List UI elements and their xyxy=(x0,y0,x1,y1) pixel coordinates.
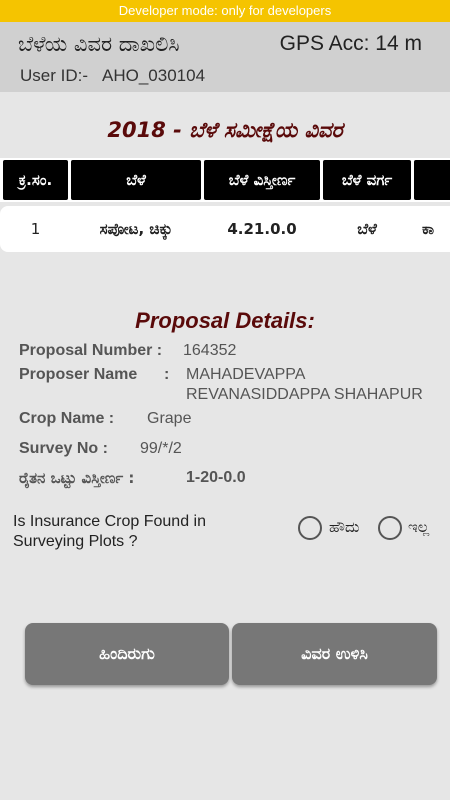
column-header-crop: ಬೆಳೆ xyxy=(71,160,201,200)
crop-survey-table[interactable]: ಕ್ರ.ಸಂ. ಬೆಳೆ ಬೆಳೆ ವಿಸ್ತೀರ್ಣ ಬೆಳೆ ವರ್ಗ 1 … xyxy=(0,158,450,254)
user-id-value: AHO_030104 xyxy=(102,66,206,85)
insurance-crop-question: Is Insurance Crop Found in Surveying Plo… xyxy=(13,513,206,550)
column-header-crop-category: ಬೆಳೆ ವರ್ಗ xyxy=(323,160,411,200)
back-button[interactable]: ಹಿಂದಿರುಗು xyxy=(25,623,229,685)
radio-yes-label[interactable]: ಹೌದು xyxy=(329,518,359,536)
column-header-crop-area: ಬೆಳೆ ವಿಸ್ತೀರ್ಣ xyxy=(204,160,320,200)
total-area-value: 1-20-0.0 xyxy=(186,469,246,486)
user-id-row: User ID:- AHO_030104 xyxy=(20,66,205,86)
proposer-name-line2: REVANASIDDAPPA SHAHAPUR xyxy=(186,386,423,403)
radio-no[interactable] xyxy=(378,516,402,540)
proposer-name-colon: : xyxy=(164,366,170,383)
app-header: ಬೆಳೆಯ ವಿವರ ದಾಖಲಿಸಿ GPS Acc: 14 m User ID… xyxy=(0,22,450,92)
cell-crop: ಸಪೋಟ, ಚಿಕ್ಕು xyxy=(99,220,173,238)
page-title: ಬೆಳೆಯ ವಿವರ ದಾಖಲಿಸಿ xyxy=(18,32,180,56)
proposer-name-line1: MAHADEVAPPA xyxy=(186,366,306,383)
table-header: ಕ್ರ.ಸಂ. ಬೆಳೆ ಬೆಳೆ ವಿಸ್ತೀರ್ಣ ಬೆಳೆ ವರ್ಗ xyxy=(0,158,450,202)
cell-crop-area: 4.21.0.0 xyxy=(227,220,297,238)
user-id-label: User ID:- xyxy=(20,66,88,85)
proposer-name-label: Proposer Name xyxy=(19,366,138,383)
total-area-label: ರೈತನ ಒಟ್ಟು ವಿಸ್ತೀರ್ಣ : xyxy=(19,469,135,487)
gps-accuracy: GPS Acc: 14 m xyxy=(279,32,422,55)
crop-name-label: Crop Name : xyxy=(19,410,115,427)
cell-extra: ಕಾ xyxy=(422,220,435,238)
proposal-number-value: 164352 xyxy=(183,342,237,359)
cell-serial: 1 xyxy=(30,220,41,238)
developer-mode-banner: Developer mode: only for developers xyxy=(0,0,450,22)
survey-no-label: Survey No : xyxy=(19,440,108,457)
crop-name-value: Grape xyxy=(147,410,192,427)
radio-no-label[interactable]: ಇಲ್ಲ xyxy=(408,518,429,536)
save-details-button[interactable]: ವಿವರ ಉಳಿಸಿ xyxy=(232,623,437,685)
column-header-serial: ಕ್ರ.ಸಂ. xyxy=(3,160,68,200)
column-header-extra xyxy=(414,160,450,200)
proposal-heading: Proposal Details: xyxy=(135,308,315,333)
proposal-number-label: Proposal Number : xyxy=(19,342,163,359)
survey-no-value: 99/*/2 xyxy=(140,440,182,457)
cell-crop-category: ಬೆಳೆ xyxy=(357,220,377,238)
radio-yes[interactable] xyxy=(298,516,322,540)
survey-title: 2018 - ಬೆಳೆ ಸಮೀಕ್ಷೆಯ ವಿವರ xyxy=(107,118,343,142)
table-row[interactable]: 1 ಸಪೋಟ, ಚಿಕ್ಕು 4.21.0.0 ಬೆಳೆ ಕಾ xyxy=(0,206,450,252)
